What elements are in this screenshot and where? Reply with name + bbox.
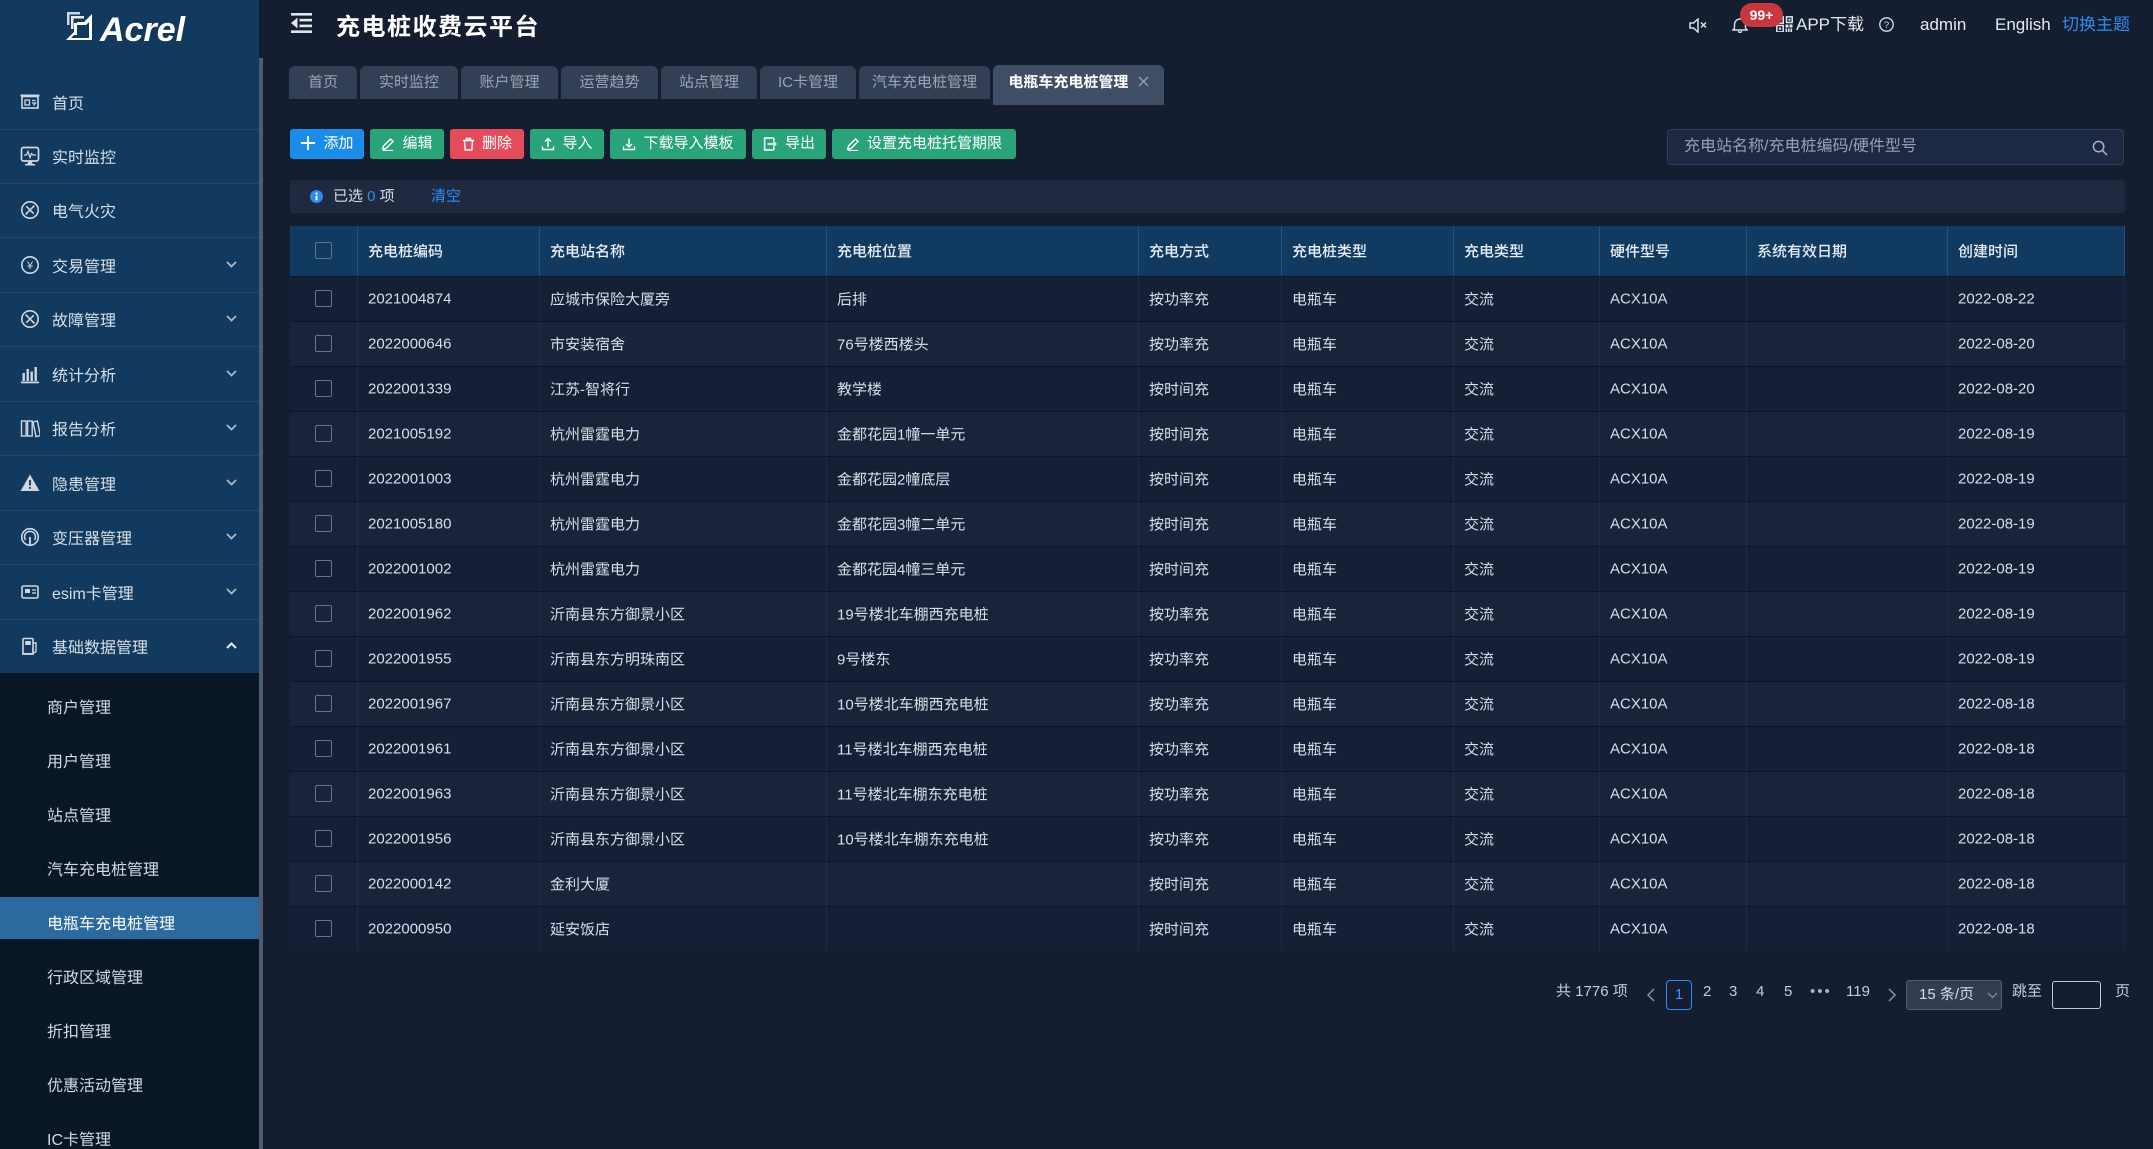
svg-text:¥: ¥: [26, 260, 34, 272]
svg-text:?: ?: [1884, 20, 1889, 31]
